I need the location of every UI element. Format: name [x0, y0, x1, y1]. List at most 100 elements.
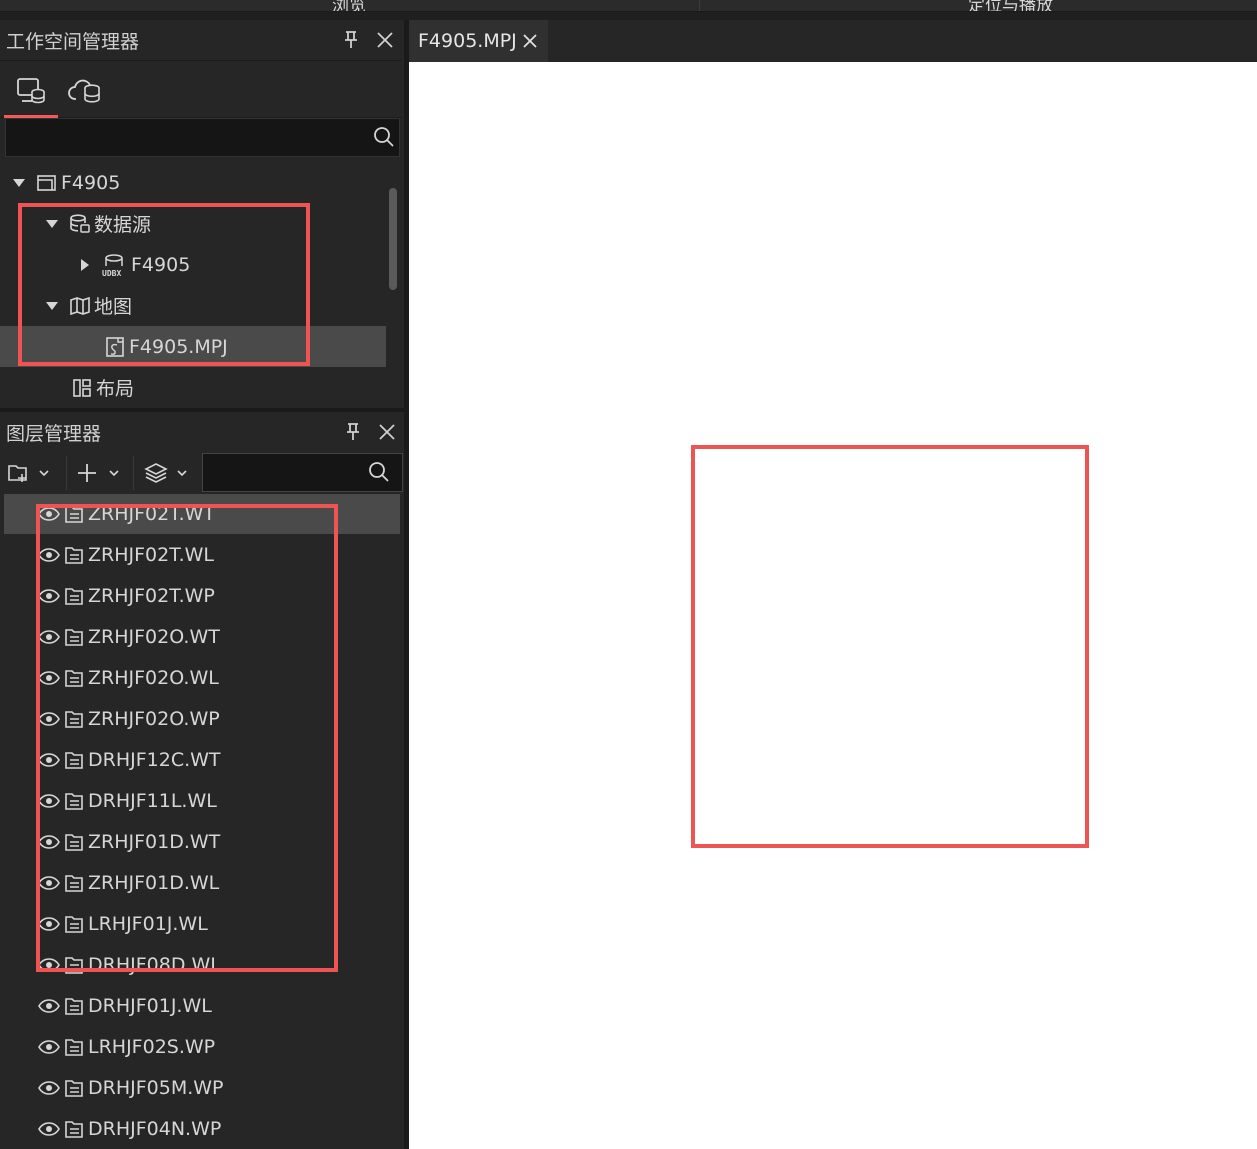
layer-row[interactable]: DRHJF11L.WL — [4, 780, 400, 821]
expanded-arrow-icon[interactable] — [45, 219, 59, 229]
visibility-eye-icon[interactable] — [38, 588, 60, 603]
visibility-eye-icon[interactable] — [38, 711, 60, 726]
dataset-layer-icon — [64, 955, 84, 975]
tree-node-datasources[interactable]: 数据源 — [0, 203, 386, 244]
layer-name: DRHJF08D.WL — [88, 953, 221, 976]
layer-name: ZRHJF02O.WP — [88, 707, 220, 730]
layer-name: LRHJF01J.WL — [88, 912, 208, 935]
layer-row[interactable]: ZRHJF02O.WL — [4, 657, 400, 698]
visibility-eye-icon[interactable] — [38, 506, 60, 521]
ribbon-tab-locate-play[interactable]: 定位与播放 — [968, 0, 1053, 11]
layer-name: ZRHJF02O.WT — [88, 625, 220, 648]
layer-name: ZRHJF01D.WL — [88, 871, 220, 894]
tab-local-workspace[interactable] — [4, 69, 58, 118]
layout-icon — [73, 378, 91, 397]
tree-node-label: 地图 — [94, 296, 133, 318]
tree-node-layouts[interactable]: 布局 — [0, 367, 386, 408]
tree-node-udbx-datasource[interactable]: UDBX F4905 — [0, 244, 386, 285]
dataset-layer-icon — [64, 832, 84, 852]
tab-map-document[interactable]: F4905.MPJ — [409, 20, 548, 62]
chevron-down-icon — [177, 470, 187, 477]
close-panel-button[interactable] — [370, 415, 404, 449]
tree-node-label: F4905.MPJ — [129, 335, 228, 358]
layer-row[interactable]: ZRHJF02T.WL — [4, 534, 400, 575]
layer-row[interactable]: ZRHJF02T.WT — [4, 494, 400, 534]
document-tab-label: F4905.MPJ — [418, 30, 517, 52]
workspace-search-input[interactable] — [6, 119, 366, 154]
layer-row[interactable]: ZRHJF01D.WL — [4, 862, 400, 903]
search-icon[interactable] — [373, 126, 395, 148]
layer-row[interactable]: DRHJF12C.WT — [4, 739, 400, 780]
visibility-eye-icon[interactable] — [38, 916, 60, 931]
layer-row[interactable]: ZRHJF01D.WT — [4, 821, 400, 862]
visibility-eye-icon[interactable] — [38, 547, 60, 562]
visibility-eye-icon[interactable] — [38, 834, 60, 849]
local-workspace-icon — [17, 78, 45, 104]
pin-icon — [345, 31, 357, 48]
expanded-arrow-icon[interactable] — [45, 301, 59, 311]
layer-row[interactable]: DRHJF05M.WP — [4, 1067, 400, 1108]
workspace-scrollbar-thumb[interactable] — [389, 188, 397, 290]
layer-row[interactable]: ZRHJF02O.WP — [4, 698, 400, 739]
dataset-layer-icon — [64, 750, 84, 770]
dataset-layer-icon — [64, 1037, 84, 1057]
layer-row[interactable]: LRHJF02S.WP — [4, 1026, 400, 1067]
pin-button[interactable] — [334, 23, 368, 57]
visibility-eye-icon[interactable] — [38, 1039, 60, 1054]
plus-icon — [78, 464, 96, 482]
search-icon[interactable] — [368, 461, 390, 483]
tree-node-map-document[interactable]: F4905.MPJ — [0, 326, 386, 367]
visibility-eye-icon[interactable] — [38, 793, 60, 808]
layer-name: DRHJF05M.WP — [88, 1076, 224, 1099]
close-panel-button[interactable] — [368, 23, 402, 57]
layer-name: ZRHJF02T.WT — [88, 502, 215, 525]
layer-row[interactable]: ZRHJF02O.WT — [4, 616, 400, 657]
layer-name: ZRHJF02O.WL — [88, 666, 219, 689]
collapsed-arrow-icon[interactable] — [78, 258, 92, 271]
layer-row[interactable]: DRHJF08D.WL — [4, 944, 400, 985]
layer-style-button[interactable] — [144, 454, 188, 492]
close-tab-icon[interactable] — [523, 34, 537, 48]
workspace-search-box — [5, 118, 400, 157]
add-layer-button[interactable] — [76, 454, 120, 492]
map-document-icon — [106, 336, 124, 357]
expanded-arrow-icon[interactable] — [12, 178, 26, 188]
ribbon-bar: 浏览 定位与播放 — [0, 0, 1257, 12]
visibility-eye-icon[interactable] — [38, 1121, 60, 1136]
visibility-eye-icon[interactable] — [38, 1080, 60, 1095]
layer-row[interactable]: DRHJF01J.WL — [4, 985, 400, 1026]
map-canvas[interactable] — [409, 62, 1257, 1149]
layer-name: ZRHJF02T.WP — [88, 584, 215, 607]
layer-name: DRHJF01J.WL — [88, 994, 212, 1017]
tree-node-label: 数据源 — [94, 214, 152, 236]
ribbon-tab-browse[interactable]: 浏览 — [332, 0, 366, 11]
dataset-layer-icon — [64, 1078, 84, 1098]
map-icon — [70, 296, 90, 315]
close-icon — [377, 32, 393, 48]
pin-button[interactable] — [336, 415, 370, 449]
tab-cloud-workspace[interactable] — [58, 69, 112, 113]
layer-row[interactable]: LRHJF01J.WL — [4, 903, 400, 944]
workspace-tab-strip — [0, 60, 402, 118]
visibility-eye-icon[interactable] — [38, 670, 60, 685]
layer-row[interactable]: ZRHJF02T.WP — [4, 575, 400, 616]
add-layer-group-button[interactable] — [6, 454, 50, 492]
tree-node-maps[interactable]: 地图 — [0, 285, 386, 326]
visibility-eye-icon[interactable] — [38, 752, 60, 767]
tree-node-workspace[interactable]: F4905 — [0, 162, 386, 203]
workspace-tree: F4905 数据源 UDBX F4905 地图 F4905.MPJ 布局 — [0, 162, 386, 408]
cloud-database-icon — [68, 79, 100, 103]
layer-toolbar — [0, 452, 404, 494]
visibility-eye-icon[interactable] — [38, 875, 60, 890]
layer-search-input[interactable] — [203, 454, 363, 489]
workspace-panel-title: 工作空间管理器 — [6, 30, 140, 53]
visibility-eye-icon[interactable] — [38, 629, 60, 644]
visibility-eye-icon[interactable] — [38, 957, 60, 972]
svg-text:UDBX: UDBX — [102, 269, 121, 277]
dataset-layer-icon — [64, 586, 84, 606]
layer-panel-title: 图层管理器 — [6, 422, 102, 445]
visibility-eye-icon[interactable] — [38, 998, 60, 1013]
layer-name: DRHJF12C.WT — [88, 748, 221, 771]
layer-row[interactable]: DRHJF04N.WP — [4, 1108, 400, 1149]
layer-panel-header: 图层管理器 — [0, 412, 404, 452]
